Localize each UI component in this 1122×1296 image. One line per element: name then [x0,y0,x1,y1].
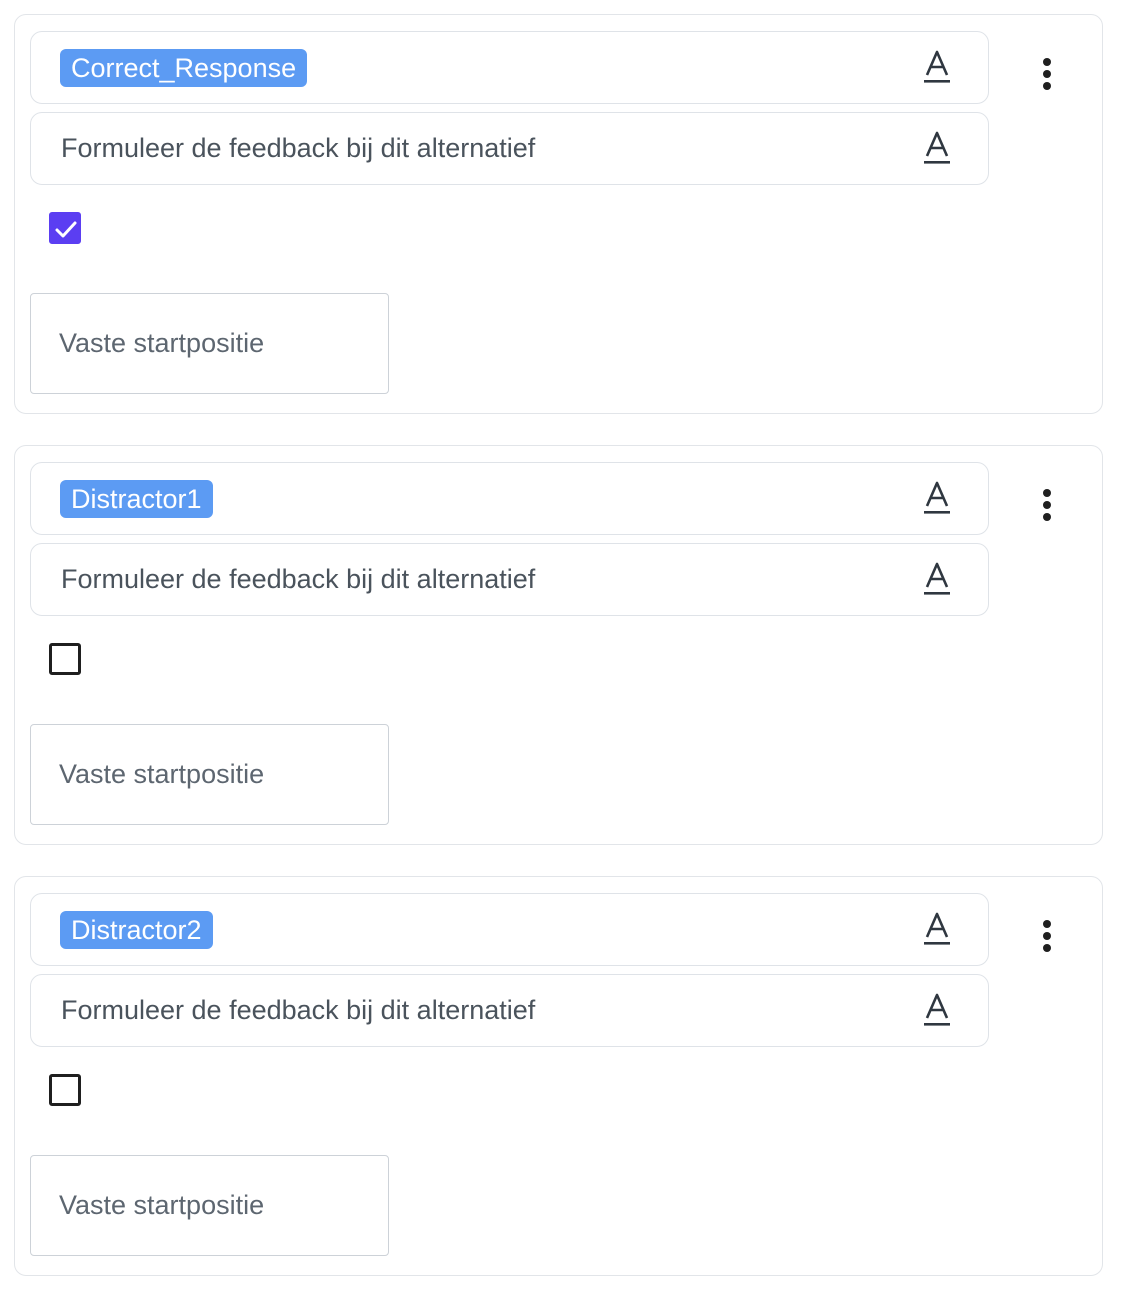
start-position-input[interactable] [30,724,389,825]
feedback-text: Formuleer de feedback bij dit alternatie… [61,133,536,163]
feedback-text: Formuleer de feedback bij dit alternatie… [61,564,536,594]
feedback-field[interactable]: Formuleer de feedback bij dit alternatie… [30,543,989,616]
feedback-text: Formuleer de feedback bij dit alternatie… [61,995,536,1025]
feedback-field[interactable]: Formuleer de feedback bij dit alternatie… [30,974,989,1047]
alternative-card: Distractor1 Formuleer de feedback bij di… [14,445,1103,845]
alternative-text-field[interactable]: Correct_Response [30,31,989,104]
alternative-text-field[interactable]: Distractor1 [30,462,989,535]
more-vertical-icon[interactable] [1032,915,1062,959]
text-format-icon[interactable] [924,562,950,596]
more-vertical-icon[interactable] [1032,53,1062,97]
alternative-card: Distractor2 Formuleer de feedback bij di… [14,876,1103,1276]
alternative-text-field[interactable]: Distractor2 [30,893,989,966]
correct-checkbox[interactable] [49,643,81,675]
text-format-icon[interactable] [924,50,950,84]
start-position-input[interactable] [30,293,389,394]
alternative-tag: Correct_Response [60,49,308,87]
text-format-icon[interactable] [924,912,950,946]
check-icon [55,221,77,238]
alternative-tag: Distractor1 [60,480,213,518]
correct-checkbox[interactable] [49,212,81,244]
correct-checkbox[interactable] [49,1074,81,1106]
text-format-icon[interactable] [924,481,950,515]
feedback-field[interactable]: Formuleer de feedback bij dit alternatie… [30,112,989,185]
text-format-icon[interactable] [924,993,950,1027]
start-position-input[interactable] [30,1155,389,1256]
alternative-card: Correct_Response Formuleer de feedback b… [14,14,1103,414]
alternative-tag: Distractor2 [60,911,213,949]
more-vertical-icon[interactable] [1032,484,1062,528]
text-format-icon[interactable] [924,131,950,165]
